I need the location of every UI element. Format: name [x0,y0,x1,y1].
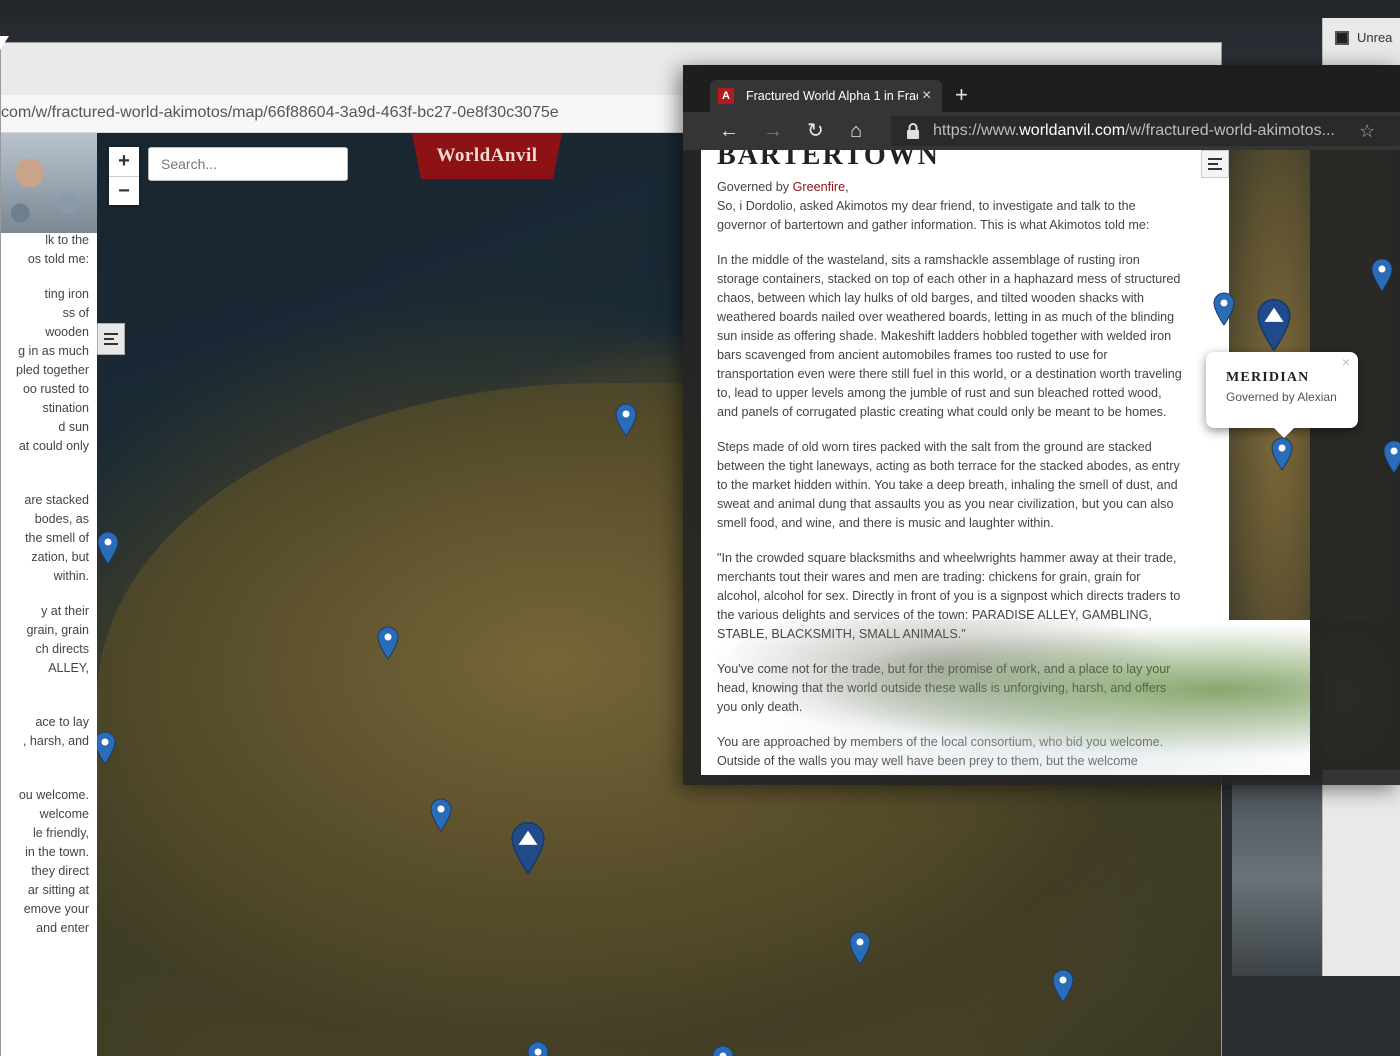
menu-icon [1208,158,1222,170]
article-text-fragment: ace to lay [35,715,89,729]
article-text-fragment: welcome [39,807,89,821]
article-text-fragment: ou welcome. [18,788,89,802]
zoom-out-button[interactable]: − [109,176,139,205]
article-text-fragment: y at their [41,604,89,618]
article-text-fragment: emove your [23,902,89,916]
navigation-bar: ← → ↻ ⌂ https://www.worldanvil.com/w/fra… [683,112,1400,150]
page-content: BARTERTOWN Governed by Greenfire, So, i … [701,150,1310,775]
article-text-fragment: stination [42,401,89,415]
article-text-fragment: le friendly, [32,826,89,840]
article-text-fragment: at could only [18,439,89,453]
taskbar-area [1215,976,1400,1056]
article-text-fragment: os told me: [27,252,89,266]
map-search-input[interactable] [148,147,348,181]
background-url[interactable]: com/w/fractured-world-akimotos/map/66f88… [1,104,559,122]
article-text-fragment: oo rusted to [22,382,89,396]
new-tab-button[interactable]: + [955,84,968,106]
article-intro: So, i Dordolio, asked Akimotos my dear f… [717,199,1150,232]
map-pin[interactable] [1370,258,1394,292]
article-paragraph: "In the crowded square blacksmiths and w… [717,551,1181,641]
map-pin[interactable] [526,1041,550,1056]
article-text-fragment: in the town. [25,845,89,859]
right-browser-tab[interactable]: Unrea [1335,30,1392,45]
address-bar[interactable]: https://www.worldanvil.com/w/fractured-w… [891,116,1400,146]
settlement-map-pin[interactable] [1255,298,1293,352]
article-text-fragment: the smell of [25,531,89,545]
article-text-fragment: zation, but [31,550,89,564]
article-paragraph: You've come not for the trade, but for t… [717,662,1171,714]
map-pin[interactable] [1270,437,1294,471]
map-pin[interactable] [848,931,872,965]
zoom-controls: + − [109,147,139,205]
popup-close-icon[interactable]: × [1342,354,1350,370]
article-text-fragment: d sun [58,420,89,434]
tab-bar: A Fractured World Alpha 1 in Fractu × + [683,65,1400,112]
tab-close-icon[interactable]: × [922,87,931,105]
article-text-fragment: bodes, as [34,512,89,526]
article-text-fragment: lk to the [45,233,89,247]
governed-by-line: Governed by Greenfire, [717,180,849,194]
article-text-fragment: ALLEY, [48,661,89,675]
tab-favicon-icon [1335,30,1349,45]
article-text-fragment: wooden [45,325,89,339]
article-text-fragment: ting iron [44,287,89,301]
mouse-cursor-icon [0,36,9,50]
tab-title: Fractured World Alpha 1 in Fractu [746,89,918,103]
popup-title: MERIDIAN [1226,370,1310,385]
right-window-image [1232,780,1322,976]
governor-link[interactable]: Greenfire [793,180,846,194]
map-marker-popup[interactable]: × MERIDIAN Governed by Alexian [1206,352,1358,438]
article-text-fragment: grain, grain [26,623,89,637]
map-pin[interactable] [97,731,117,765]
popup-subtitle: Governed by Alexian [1226,390,1337,404]
map-pin[interactable] [1212,292,1236,326]
map-pin[interactable] [1051,969,1075,1003]
article-text-fragment: ch directs [35,642,90,656]
background-article-panel: lk to the os told me: ting iron ss of wooden… [1,133,97,1056]
favorite-star-icon[interactable]: ☆ [1359,121,1375,142]
map-pin[interactable] [1382,440,1400,474]
map-pin[interactable] [429,798,453,832]
map-pin[interactable] [711,1045,735,1056]
article-text-fragment: within. [53,569,89,583]
article-paragraph: You are approached by members of the loc… [717,735,1164,768]
layers-toggle-button[interactable] [1201,150,1229,178]
article-heading: BARTERTOWN [717,150,940,170]
article-text-fragment: , harsh, and [22,734,89,748]
home-icon[interactable]: ⌂ [850,121,862,141]
zoom-in-button[interactable]: + [109,147,139,176]
worldanvil-logo[interactable]: WorldAnvil [412,133,562,179]
article-paragraph: Steps made of old worn tires packed with… [717,440,1180,530]
right-tab-label: Unrea [1357,30,1393,45]
url-text[interactable]: https://www.worldanvil.com/w/fractured-w… [933,122,1347,140]
layers-toggle-button[interactable] [97,323,125,355]
article-text-fragment: pled together [16,363,89,377]
forward-icon[interactable]: → [763,121,783,141]
map-pin[interactable] [376,626,400,660]
map-pin[interactable] [97,531,120,565]
reload-icon[interactable]: ↻ [807,121,824,141]
map-pin[interactable] [614,403,638,437]
back-icon[interactable]: ← [719,121,739,141]
menu-icon [104,333,118,345]
article-text-fragment: ss of [62,306,89,320]
article-text-fragment: are stacked [24,493,89,507]
article-panel: BARTERTOWN Governed by Greenfire, So, i … [701,150,1201,775]
article-paragraph: In the middle of the wasteland, sits a r… [717,253,1182,419]
active-tab[interactable]: A Fractured World Alpha 1 in Fractu × [710,80,942,112]
worldanvil-favicon-icon: A [718,88,734,104]
lock-icon [905,122,921,140]
article-text-fragment: g in as much [18,344,89,358]
desktop: Unrea com/w/fractured-world-akimotos/map… [0,0,1400,1056]
article-header-image [1,133,97,233]
article-text-fragment: they direct [31,864,89,878]
settlement-map-pin[interactable] [509,821,547,875]
article-text-fragment: ar sitting at [27,883,89,897]
article-text-fragment: and enter [36,921,89,935]
